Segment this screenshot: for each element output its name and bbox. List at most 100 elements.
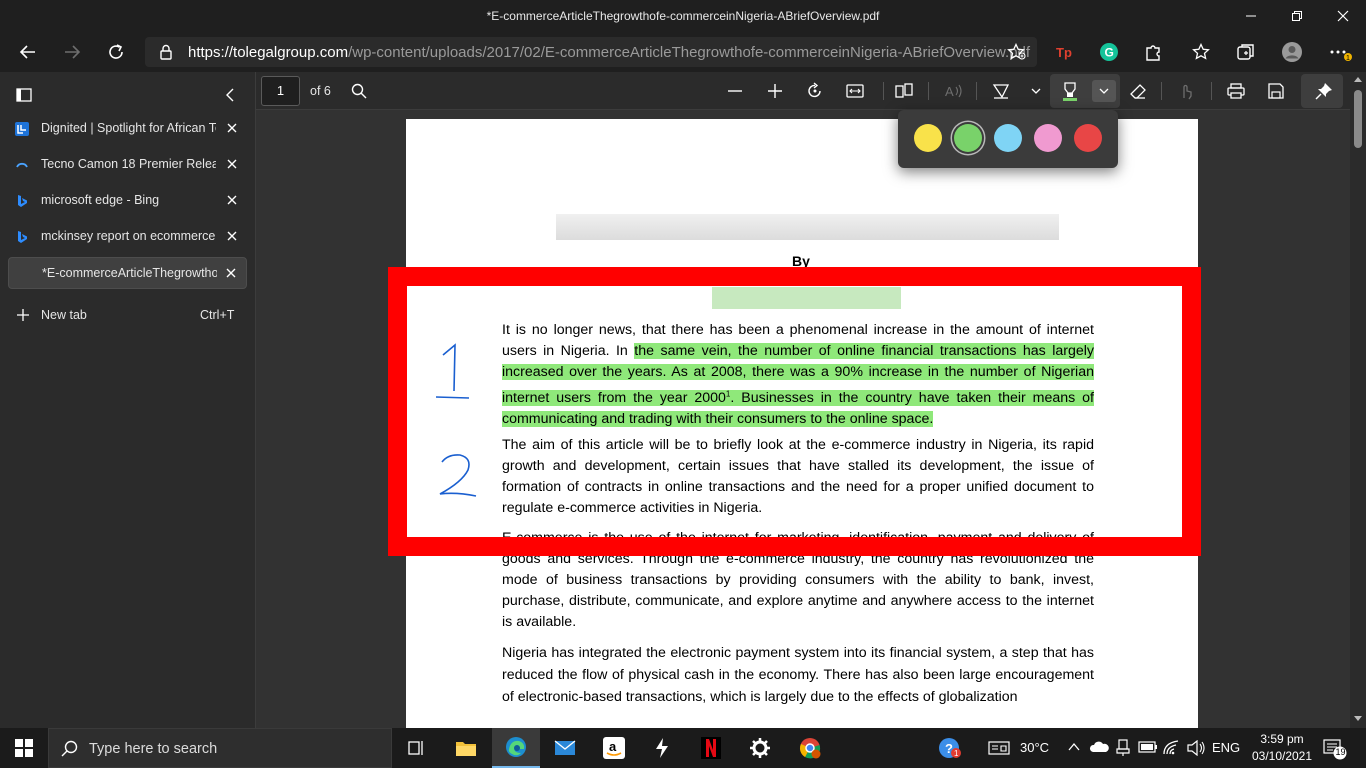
- highlight-color-green-selected[interactable]: [954, 124, 982, 152]
- restore-button[interactable]: [1274, 0, 1320, 32]
- file-explorer-icon[interactable]: [442, 728, 490, 768]
- page-view-icon[interactable]: [892, 80, 916, 102]
- extensions-puzzle-icon[interactable]: [1140, 40, 1166, 64]
- pin-icon[interactable]: [1312, 80, 1336, 102]
- chrome-icon[interactable]: [786, 728, 834, 768]
- address-bar[interactable]: https://tolegalgroup.com/wp-content/uplo…: [145, 37, 1037, 67]
- clock-time: 3:59 pm: [1260, 732, 1304, 746]
- wifi-network-icon[interactable]: [1162, 739, 1182, 755]
- pdf-toolbar: 1 of 6 A: [256, 72, 1366, 110]
- collapse-sidebar-chevron-icon[interactable]: [224, 88, 236, 102]
- tab-tecno-camon[interactable]: Tecno Camon 18 Premier Release: [8, 149, 247, 181]
- usb-device-icon[interactable]: [1115, 739, 1131, 757]
- bing-favicon: [18, 231, 27, 243]
- zoom-out-icon[interactable]: [723, 80, 747, 102]
- title-bar: *E-commerceArticleThegrowthofe-commercei…: [0, 0, 1366, 32]
- help-tips-icon[interactable]: ? 1: [926, 728, 974, 768]
- touch-writing-icon[interactable]: [1174, 80, 1198, 102]
- highlight-colors-chevron-icon[interactable]: [1092, 80, 1116, 102]
- highlight-color-blue[interactable]: [994, 124, 1022, 152]
- amazon-icon[interactable]: a: [590, 728, 638, 768]
- task-view-icon[interactable]: [392, 728, 440, 768]
- vertical-tabs-sidebar: Dignited | Spotlight for African Te Tecn…: [0, 72, 256, 728]
- tab-label: Dignited | Spotlight for African Te: [41, 121, 216, 135]
- highlight-color-pink[interactable]: [1034, 124, 1062, 152]
- tab-bing-edge[interactable]: microsoft edge - Bing: [8, 185, 247, 217]
- grammarly-icon[interactable]: G: [1096, 40, 1122, 64]
- mail-icon[interactable]: [541, 728, 589, 768]
- page-total: of 6: [310, 84, 331, 98]
- pdf-document-viewer[interactable]: By It is no longer news, that there has …: [256, 110, 1350, 728]
- read-aloud-icon[interactable]: A: [942, 80, 966, 102]
- vertical-scrollbar[interactable]: [1350, 72, 1366, 728]
- onedrive-cloud-icon[interactable]: [1089, 740, 1109, 754]
- tab-label: mckinsey report on ecommerce i: [41, 229, 216, 243]
- settings-gear-icon[interactable]: [736, 728, 784, 768]
- bolt-app-icon[interactable]: [638, 728, 686, 768]
- fit-to-width-icon[interactable]: [843, 80, 867, 102]
- collections-icon[interactable]: [1233, 40, 1259, 64]
- draw-icon[interactable]: [989, 80, 1013, 102]
- close-tab-icon[interactable]: [225, 157, 239, 171]
- start-windows-icon[interactable]: [0, 728, 48, 768]
- scroll-up-arrow-icon[interactable]: [1354, 76, 1362, 82]
- highlight-icon[interactable]: [1058, 80, 1082, 102]
- new-tab-shortcut: Ctrl+T: [200, 308, 235, 322]
- netflix-icon[interactable]: [687, 728, 735, 768]
- favorites-icon[interactable]: [1189, 40, 1215, 64]
- url-text[interactable]: https://tolegalgroup.com/wp-content/uplo…: [188, 44, 1030, 61]
- notification-count-badge: 19: [1335, 747, 1346, 757]
- close-tab-icon[interactable]: [225, 229, 239, 243]
- tab-bing-mckinsey[interactable]: mckinsey report on ecommerce i: [8, 221, 247, 253]
- tab-dignited[interactable]: Dignited | Spotlight for African Te: [8, 113, 247, 145]
- taskbar-search-box[interactable]: Type here to search: [48, 728, 392, 768]
- close-tab-icon[interactable]: [224, 266, 238, 280]
- tab-label: *E-commerceArticleThegrowthofe: [42, 266, 217, 280]
- svg-text:a: a: [609, 739, 617, 754]
- language-indicator[interactable]: ENG: [1212, 740, 1240, 755]
- print-icon[interactable]: [1224, 80, 1248, 102]
- volume-speaker-icon[interactable]: [1186, 740, 1206, 756]
- close-window-button[interactable]: [1320, 0, 1366, 32]
- scrollbar-thumb[interactable]: [1354, 90, 1362, 148]
- favorite-star-icon[interactable]: [1007, 43, 1027, 61]
- system-clock[interactable]: 3:59 pm 03/10/2021: [1250, 731, 1314, 765]
- highlight-color-yellow[interactable]: [914, 124, 942, 152]
- windows-taskbar: Type here to search a ? 1 30°C ENG 3:59 …: [0, 728, 1366, 768]
- weather-temperature[interactable]: 30°C: [1020, 740, 1049, 755]
- tab-actions-icon[interactable]: [16, 88, 32, 102]
- scroll-down-arrow-icon[interactable]: [1354, 716, 1362, 722]
- close-tab-icon[interactable]: [225, 121, 239, 135]
- tp-extension-icon[interactable]: Tp: [1052, 40, 1078, 64]
- profile-avatar-icon[interactable]: [1279, 40, 1305, 64]
- page-number-input[interactable]: 1: [261, 76, 300, 106]
- close-tab-icon[interactable]: [225, 193, 239, 207]
- red-annotation-box: [388, 267, 1201, 556]
- highlight-color-red[interactable]: [1074, 124, 1102, 152]
- tab-pdf-active[interactable]: *E-commerceArticleThegrowthofe: [8, 257, 247, 289]
- rotate-icon[interactable]: [803, 80, 827, 102]
- new-tab-plus-icon[interactable]: [16, 308, 30, 322]
- paragraph-4: Nigeria has integrated the electronic pa…: [502, 645, 1094, 705]
- search-icon[interactable]: [347, 80, 371, 102]
- save-icon[interactable]: [1264, 80, 1288, 102]
- refresh-button[interactable]: [103, 40, 129, 64]
- eraser-icon[interactable]: [1126, 80, 1150, 102]
- settings-more-icon[interactable]: 1: [1328, 40, 1354, 64]
- show-hidden-icons-chevron-icon[interactable]: [1068, 742, 1080, 752]
- lock-icon[interactable]: [159, 44, 173, 60]
- minimize-button[interactable]: [1228, 0, 1274, 32]
- edge-browser-icon[interactable]: [492, 728, 540, 768]
- forward-button[interactable]: [59, 40, 85, 64]
- svg-text:1: 1: [954, 749, 959, 758]
- battery-icon[interactable]: [1138, 740, 1158, 754]
- back-button[interactable]: [15, 40, 41, 64]
- zoom-in-icon[interactable]: [763, 80, 787, 102]
- weather-icon[interactable]: [988, 740, 1010, 756]
- toolbar-divider: [1161, 82, 1162, 100]
- draw-options-chevron-icon[interactable]: [1024, 80, 1048, 102]
- redacted-title-bar: [556, 214, 1059, 240]
- new-tab-button[interactable]: New tab: [41, 308, 87, 322]
- loading-spinner-icon: [16, 162, 28, 168]
- tab-label: Tecno Camon 18 Premier Release: [41, 157, 216, 171]
